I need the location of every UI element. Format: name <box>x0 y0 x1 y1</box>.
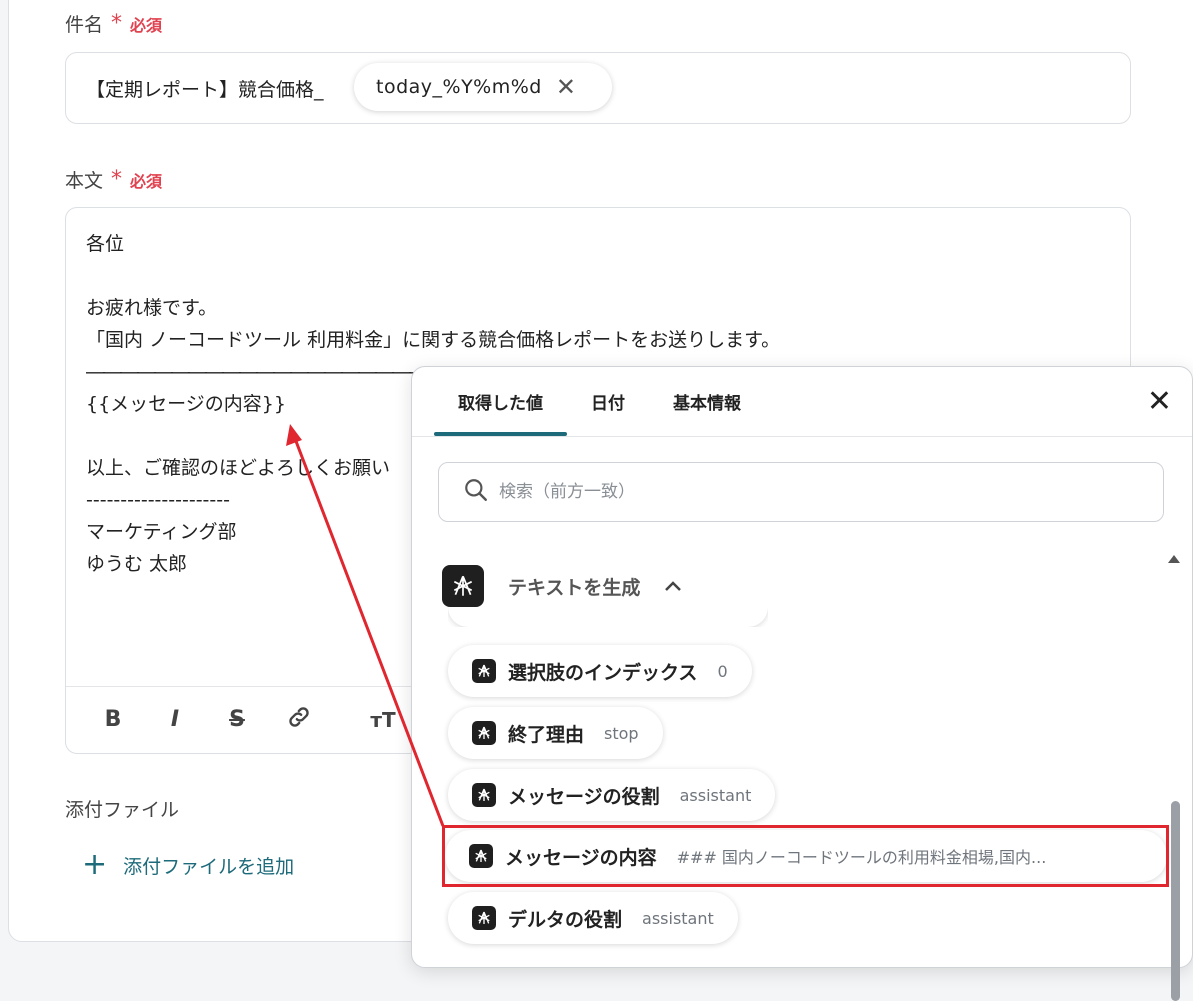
required-text: 必須 <box>130 15 163 35</box>
search-icon <box>463 477 489 507</box>
body-label: 本文 <box>65 170 104 192</box>
body-line <box>86 260 780 292</box>
tab-date[interactable]: 日付 <box>567 367 649 435</box>
chevron-up-icon[interactable] <box>664 577 682 596</box>
ai-app-icon <box>442 565 484 607</box>
tab-basic-info[interactable]: 基本情報 <box>649 367 765 435</box>
subject-field[interactable]: 【定期レポート】競合価格_ today_%Y%m%d ✕ <box>65 52 1131 124</box>
item-name: 終了理由 <box>508 723 585 746</box>
ai-app-icon <box>472 906 496 930</box>
text-size-icon[interactable]: ᴛT <box>366 708 400 732</box>
strikethrough-button[interactable]: S <box>220 707 254 732</box>
link-icon[interactable] <box>282 704 316 736</box>
bold-button[interactable]: B <box>96 707 130 732</box>
body-line: 「国内 ノーコードツール 利用料金」に関する競合価格レポートをお送りします。 <box>86 329 781 351</box>
required-star: * <box>111 10 123 36</box>
item-value: stop <box>604 723 639 743</box>
ai-app-icon <box>472 783 496 807</box>
list-item[interactable]: 選択肢のインデックス 0 <box>448 645 752 697</box>
list-item[interactable]: 終了理由 stop <box>448 707 663 759</box>
section-generate-text[interactable]: テキストを生成 <box>442 565 682 607</box>
scrollbar-thumb[interactable] <box>1171 801 1180 1001</box>
item-value: assistant <box>642 908 714 928</box>
popup-tabs: 取得した値 日付 基本情報 <box>434 367 765 436</box>
subject-label: 件名 <box>65 14 104 36</box>
subject-label-row: 件名 * 必須 <box>65 10 162 37</box>
body-label-row: 本文 * 必須 <box>65 166 162 193</box>
close-icon[interactable]: ✕ <box>556 75 576 99</box>
date-chip-label: today_%Y%m%d <box>376 76 542 98</box>
attachment-label: 添付ファイル <box>65 799 180 821</box>
item-value: 0 <box>717 661 728 681</box>
item-name: 選択肢のインデックス <box>508 661 698 684</box>
add-attachment-button[interactable]: + 添付ファイルを追加 <box>82 850 294 880</box>
required-text: 必須 <box>130 171 163 191</box>
close-icon[interactable]: ✕ <box>1147 387 1172 417</box>
required-star: * <box>111 166 123 192</box>
search-field[interactable] <box>438 462 1164 522</box>
ai-app-icon <box>472 659 496 683</box>
plus-icon: + <box>82 847 108 882</box>
item-name: デルタの役割 <box>508 908 623 931</box>
date-chip[interactable]: today_%Y%m%d ✕ <box>354 63 612 111</box>
search-input[interactable] <box>497 481 1101 503</box>
body-line: お疲れ様です。 <box>86 297 218 319</box>
item-value: assistant <box>679 785 752 805</box>
scroll-up-icon[interactable] <box>1168 555 1180 563</box>
highlight-box <box>442 825 1169 887</box>
italic-button[interactable]: I <box>158 707 192 732</box>
item-name: メッセージの役割 <box>508 785 660 808</box>
list-item[interactable]: メッセージの役割 assistant <box>448 769 776 821</box>
tab-acquired-values[interactable]: 取得した値 <box>434 367 567 436</box>
ai-app-icon <box>472 721 496 745</box>
add-attachment-label: 添付ファイルを追加 <box>123 855 295 878</box>
section-title: テキストを生成 <box>508 576 641 599</box>
tab-divider <box>412 436 1192 437</box>
body-line: 各位 <box>86 233 125 255</box>
list-item[interactable]: デルタの役割 assistant <box>448 892 738 944</box>
subject-prefix: 【定期レポート】競合価格_ <box>86 79 324 101</box>
value-picker-popup: 取得した値 日付 基本情報 ✕ テキストを生成 選択肢のインデックス 0 終了理… <box>411 366 1193 1001</box>
